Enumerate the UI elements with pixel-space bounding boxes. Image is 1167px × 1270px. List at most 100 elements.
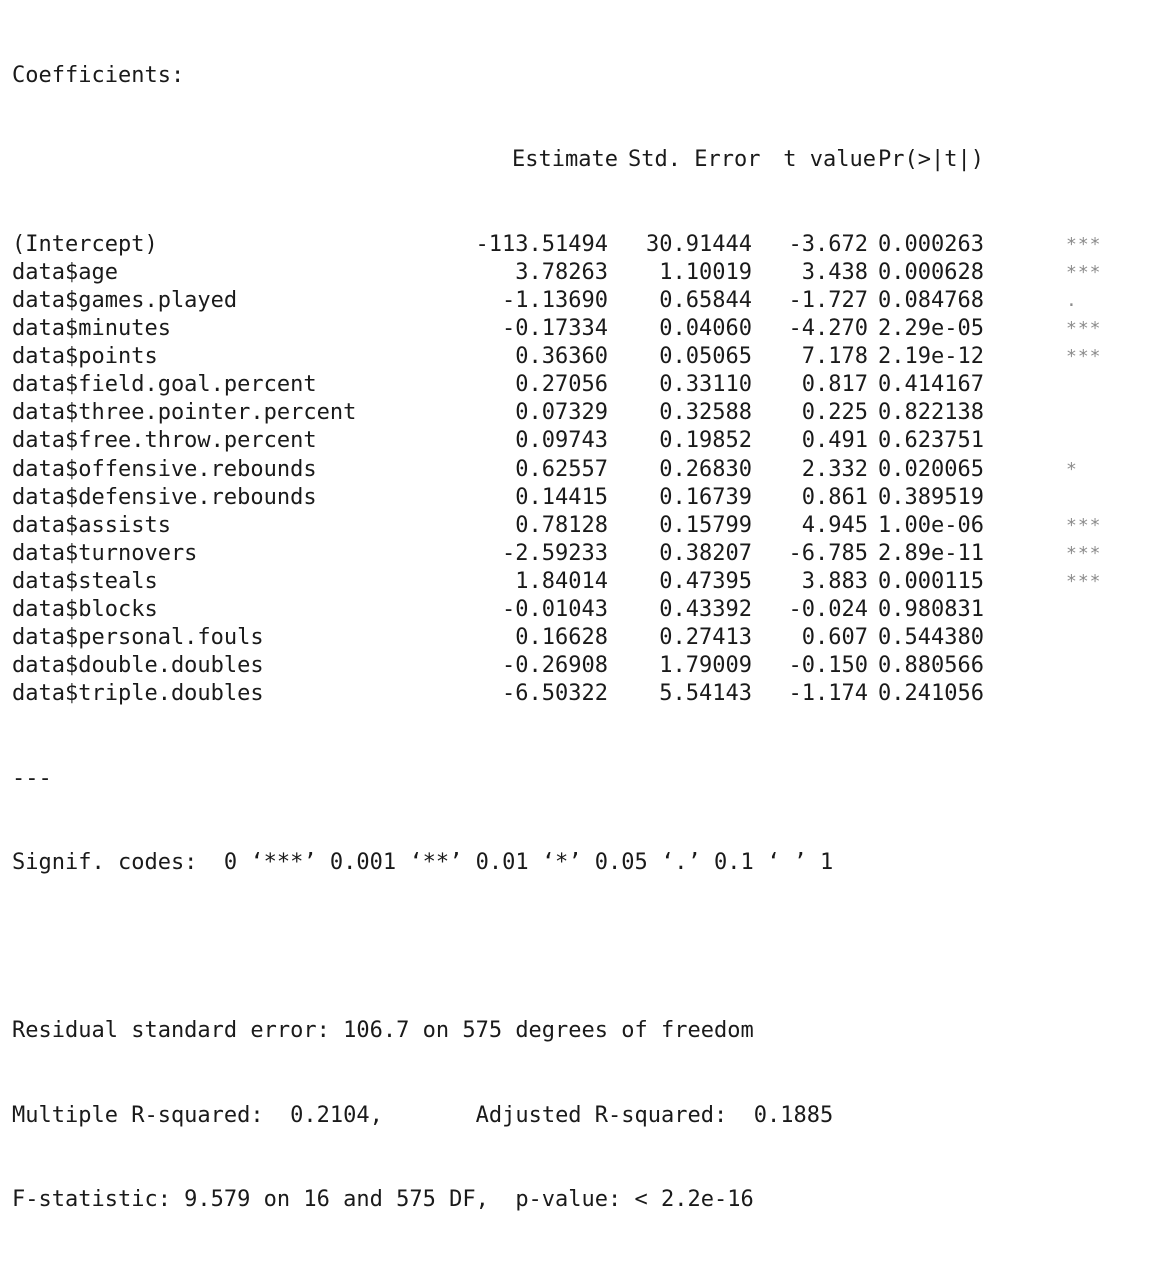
t-value-cell: -1.727 [788,287,868,313]
row-name: data$defensive.rebounds [12,484,317,510]
t-value-cell: 0.491 [801,428,868,454]
table-row: data$three.pointer.percent 0.07329 0.32588… [12,399,1152,427]
t-value-cell: 4.945 [801,512,868,538]
signif-cell: *** [1066,514,1102,536]
t-value-cell: 3.438 [801,259,868,285]
table-row: (Intercept) -113.51494 30.91444 -3.672 0.000… [12,231,1152,259]
table-row: data$minutes -0.17334 0.04060 -4.270 2.29e-0… [12,315,1152,343]
row-name: data$offensive.rebounds [12,456,317,482]
r-squared-text: Multiple R-squared: 0.2104, Adjusted R-s… [12,1102,847,1128]
f-statistic-line: F-statistic: 9.579 on 16 and 575 DF, p-v… [12,1186,1152,1214]
row-name: data$age [12,259,118,285]
t-value-cell: -1.174 [788,681,868,707]
std-error-cell: 0.15799 [659,512,752,538]
estimate-cell: -6.50322 [502,681,608,707]
signif-cell: *** [1066,261,1102,283]
signif-codes-text: Signif. codes: 0 ‘***’ 0.001 ‘**’ 0.01 ‘… [12,849,834,875]
coefficients-heading: Coefficients: [12,62,1152,90]
table-row: data$free.throw.percent 0.09743 0.19852 0.4… [12,427,1152,455]
row-name: data$assists [12,512,171,538]
estimate-cell: 0.62557 [515,456,608,482]
p-value-cell: 0.000115 [878,568,984,594]
std-error-cell: 0.43392 [659,596,752,622]
signif-cell: *** [1066,318,1102,340]
p-value-cell: 0.414167 [878,372,984,398]
std-error-cell: 0.33110 [659,372,752,398]
estimate-cell: 0.27056 [515,372,608,398]
p-value-cell: 0.822138 [878,400,984,426]
row-name: data$steals [12,568,158,594]
signif-cell: *** [1066,233,1102,255]
std-error-cell: 5.54143 [659,681,752,707]
signif-cell: *** [1066,346,1102,368]
r-console-output: Coefficients: Estimate Std. Error t valu… [12,6,1152,1242]
r-squared-line: Multiple R-squared: 0.2104, Adjusted R-s… [12,1102,1152,1130]
std-error-cell: 1.10019 [659,259,752,285]
std-error-cell: 0.05065 [659,344,752,370]
estimate-cell: 0.78128 [515,512,608,538]
table-row: data$field.goal.percent 0.27056 0.33110 0.8… [12,371,1152,399]
residual-se-line: Residual standard error: 106.7 on 575 de… [12,1017,1152,1045]
row-name: data$blocks [12,596,158,622]
table-row: data$points 0.36360 0.05065 7.178 2.19e-12 **… [12,343,1152,371]
t-value-cell: -0.024 [788,596,868,622]
estimate-cell: -2.59233 [502,540,608,566]
p-value-cell: 0.241056 [878,681,984,707]
table-row: data$offensive.rebounds 0.62557 0.26830 2.3… [12,456,1152,484]
t-value-cell: -0.150 [788,653,868,679]
p-value-cell: 0.020065 [878,456,984,482]
t-value-cell: 0.861 [801,484,868,510]
estimate-cell: 1.84014 [515,568,608,594]
table-row: data$double.doubles -0.26908 1.79009 -0.150… [12,652,1152,680]
row-name: data$three.pointer.percent [12,400,357,426]
std-error-cell: 0.27413 [659,625,752,651]
row-name: data$personal.fouls [12,625,264,651]
t-value-cell: -3.672 [788,231,868,257]
estimate-cell: 0.36360 [515,344,608,370]
p-value-cell: 1.00e-06 [878,512,984,538]
estimate-cell: -0.17334 [502,316,608,342]
std-error-cell: 0.38207 [659,540,752,566]
std-error-cell: 1.79009 [659,653,752,679]
estimate-cell: -0.26908 [502,653,608,679]
p-value-cell: 0.980831 [878,596,984,622]
coefficient-table-body: (Intercept) -113.51494 30.91444 -3.672 0.000… [12,231,1152,709]
estimate-cell: 3.78263 [515,259,608,285]
p-value-cell: 0.544380 [878,625,984,651]
row-name: data$games.played [12,287,238,313]
column-header-t-value: t value [783,147,876,173]
table-row: data$games.played -1.13690 0.65844 -1.727 0.… [12,287,1152,315]
estimate-cell: -113.51494 [475,231,608,257]
signif-codes-line: Signif. codes: 0 ‘***’ 0.001 ‘**’ 0.01 ‘… [12,849,1152,877]
estimate-cell: -0.01043 [502,596,608,622]
table-row: data$personal.fouls 0.16628 0.27413 0.607 0.… [12,624,1152,652]
std-error-cell: 0.32588 [659,400,752,426]
row-name: (Intercept) [12,231,158,257]
std-error-cell: 0.65844 [659,287,752,313]
f-statistic-text: F-statistic: 9.579 on 16 and 575 DF, p-v… [12,1186,754,1212]
std-error-cell: 0.47395 [659,568,752,594]
t-value-cell: 0.607 [801,625,868,651]
p-value-cell: 2.29e-05 [878,316,984,342]
t-value-cell: 7.178 [801,344,868,370]
t-value-cell: 0.225 [801,400,868,426]
std-error-cell: 30.91444 [646,231,752,257]
row-name: data$triple.doubles [12,681,264,707]
p-value-cell: 2.89e-11 [878,540,984,566]
t-value-cell: 2.332 [801,456,868,482]
row-name: data$points [12,344,158,370]
table-row: data$assists 0.78128 0.15799 4.945 1.00e-06 *… [12,512,1152,540]
row-name: data$turnovers [12,540,198,566]
column-header-row: Estimate Std. Error t value Pr(>|t|) [12,146,1152,174]
p-value-cell: 0.084768 [878,287,984,313]
residual-se-text: Residual standard error: 106.7 on 575 de… [12,1018,754,1044]
estimate-cell: 0.07329 [515,400,608,426]
std-error-cell: 0.16739 [659,484,752,510]
p-value-cell: 2.19e-12 [878,344,984,370]
std-error-cell: 0.19852 [659,428,752,454]
signif-cell: * [1066,458,1078,480]
signif-cell: *** [1066,542,1102,564]
row-name: data$free.throw.percent [12,428,317,454]
p-value-cell: 0.623751 [878,428,984,454]
